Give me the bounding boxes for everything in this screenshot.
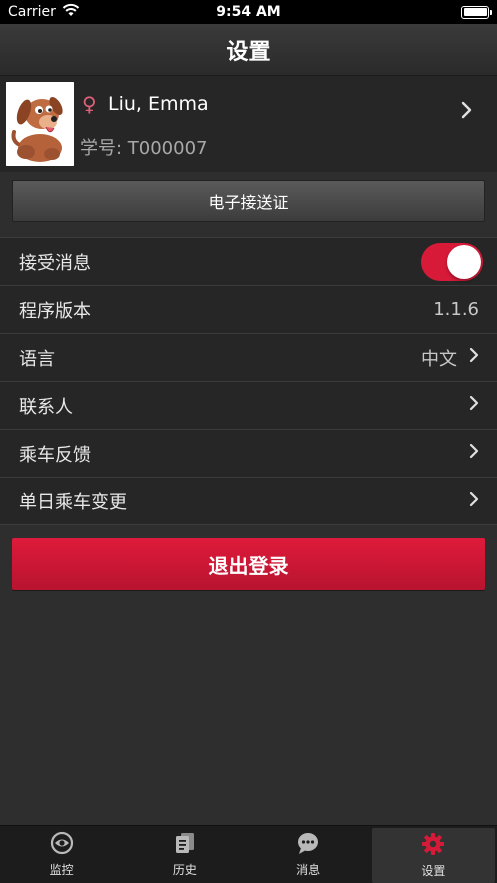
settings-row-ride-feedback[interactable]: 乘车反馈 — [0, 429, 497, 477]
toggle-knob — [447, 244, 481, 279]
tab-monitor-label: 监控 — [49, 863, 74, 877]
battery-icon — [461, 5, 492, 19]
receive-messages-toggle[interactable] — [421, 242, 483, 281]
gear-icon — [421, 832, 445, 856]
monitor-icon — [50, 831, 74, 855]
settings-row-daily-ride-change[interactable]: 单日乘车变更 — [0, 477, 497, 525]
receive-messages-label: 接受消息 — [19, 252, 91, 274]
chevron-right-icon — [469, 395, 479, 416]
chevron-right-icon — [461, 101, 473, 123]
chevron-right-icon — [469, 491, 479, 512]
language-value: 中文 — [421, 348, 457, 370]
tab-bar: 监控 历史 消息 设置 — [0, 825, 497, 883]
ride-feedback-label: 乘车反馈 — [19, 444, 91, 466]
student-id: 学号: T000007 — [80, 138, 208, 159]
logout-label: 退出登录 — [208, 553, 289, 578]
avatar — [6, 82, 74, 166]
e-pickup-pass-button[interactable]: 电子接送证 — [12, 180, 485, 222]
chevron-right-icon — [469, 347, 479, 368]
settings-row-contacts[interactable]: 联系人 — [0, 381, 497, 429]
daily-ride-change-label: 单日乘车变更 — [19, 492, 127, 513]
page-title: 设置 — [226, 39, 271, 65]
student-name: Liu, Emma — [108, 93, 209, 115]
tab-messages[interactable]: 消息 — [247, 826, 370, 883]
carrier-label: Carrier — [8, 4, 56, 20]
tab-monitor[interactable]: 监控 — [0, 826, 123, 883]
message-icon — [296, 831, 320, 855]
logout-button[interactable]: 退出登录 — [12, 538, 485, 590]
tab-messages-label: 消息 — [296, 863, 321, 877]
profile-card[interactable]: ♀ Liu, Emma 学号: T000007 — [0, 76, 497, 172]
dog-avatar-icon — [6, 82, 74, 166]
status-left: Carrier — [8, 3, 80, 21]
e-pickup-pass-label: 电子接送证 — [208, 193, 289, 212]
tab-settings[interactable]: 设置 — [371, 828, 495, 883]
history-icon — [173, 831, 197, 855]
tab-history[interactable]: 历史 — [123, 826, 246, 883]
tab-settings-label: 设置 — [421, 864, 446, 878]
settings-list: 接受消息 程序版本 1.1.6 语言 中文 联系人 乘车反馈 单日乘车变更 — [0, 237, 497, 525]
settings-row-receive-messages: 接受消息 — [0, 237, 497, 285]
settings-row-app-version: 程序版本 1.1.6 — [0, 285, 497, 333]
status-bar: Carrier 9:54 AM — [0, 0, 497, 24]
chevron-right-icon — [469, 443, 479, 464]
nav-bar: 设置 — [0, 24, 497, 76]
app-version-label: 程序版本 — [19, 300, 91, 322]
contacts-label: 联系人 — [19, 396, 73, 418]
tab-history-label: 历史 — [172, 863, 197, 877]
language-label: 语言 — [19, 348, 55, 370]
app-version-value: 1.1.6 — [433, 299, 479, 320]
settings-row-language[interactable]: 语言 中文 — [0, 333, 497, 381]
wifi-icon — [62, 3, 80, 21]
gender-female-icon: ♀ — [82, 92, 97, 116]
